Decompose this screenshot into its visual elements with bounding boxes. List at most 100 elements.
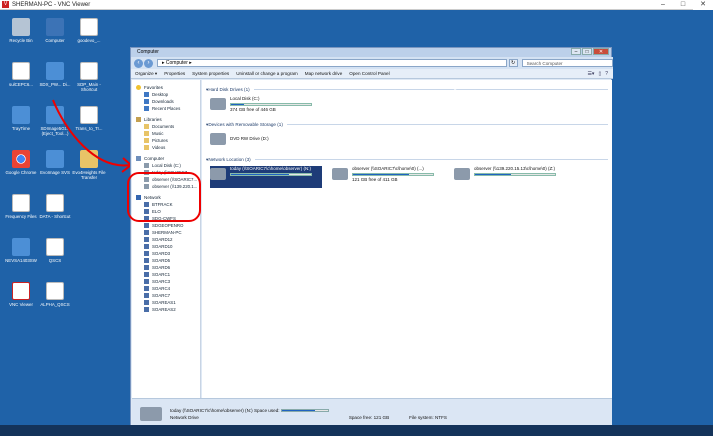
explorer-maximize-button[interactable]: □ [582, 48, 592, 55]
drive-tile-local-disk[interactable]: Local Disk (C:) 374 GB free of 446 GB [210, 96, 320, 118]
nav-item[interactable]: SOAREAS2 [132, 306, 200, 313]
network-drive-icon [332, 168, 348, 180]
desktop-icon[interactable]: SDX_PW... Di... [38, 62, 72, 87]
nav-item-label: SHERMAN-PC [152, 230, 182, 235]
forward-button[interactable]: › [144, 58, 153, 68]
nav-item[interactable]: SHERMAN-PC [132, 229, 200, 236]
preview-pane-icon[interactable]: ▯ [598, 71, 601, 77]
nav-item[interactable]: SOARC4 [132, 285, 200, 292]
desktop-icon[interactable]: goodevo_... [72, 18, 106, 43]
drive-tile-dvd[interactable]: DVD RW Drive (D:) [210, 131, 320, 153]
details-drive-name: today (\\SOARIC7\c\home\observer) (N:) S… [170, 408, 280, 413]
nav-item[interactable]: SOARC7 [132, 292, 200, 299]
taskbar [0, 425, 713, 436]
nav-item[interactable]: SDGEOPENRO [132, 222, 200, 229]
mouse-cursor-icon: ↖ [453, 87, 459, 94]
nav-item[interactable]: ELO [132, 208, 200, 215]
nav-item[interactable]: SOARD3 [132, 250, 200, 257]
nav-item[interactable]: Recent Places [132, 105, 200, 112]
section-network-location[interactable]: ▾ Network Location (3) [206, 156, 608, 163]
map-network-drive-button[interactable]: Map network drive [305, 71, 343, 76]
minimize-button[interactable]: – [653, 0, 673, 10]
desktop-icon[interactable]: Recycle Bin [4, 18, 38, 43]
nav-item-label: Desktop [152, 92, 169, 97]
organize-button[interactable]: Organize ▾ [135, 71, 157, 77]
nav-item[interactable]: Videos [132, 144, 200, 151]
nav-item[interactable]: SOARD5 [132, 257, 200, 264]
nav-item[interactable]: Downloads [132, 98, 200, 105]
open-control-panel-button[interactable]: Open Control Panel [349, 71, 389, 76]
nav-item[interactable]: SOARD6 [132, 264, 200, 271]
document-icon [80, 18, 98, 36]
uninstall-program-button[interactable]: Uninstall or change a program [236, 71, 298, 76]
desktop-icon[interactable]: sulCEPC6... [4, 62, 38, 87]
network-drive-tile[interactable]: observer (\\SOARIC7\c\home\0) (...) 121 G… [332, 166, 444, 188]
network-computer-icon [144, 258, 149, 263]
nav-item[interactable]: SOARD10 [132, 243, 200, 250]
nav-item[interactable]: Music [132, 130, 200, 137]
app-icon [46, 62, 64, 80]
network-drive-tile[interactable]: observer (\\139.220.15.13\c\home\0) (Z:) [454, 166, 566, 188]
nav-item[interactable]: observer (\\SOARIC7... [132, 176, 200, 183]
desktop-icon[interactable]: TrayTime [4, 106, 38, 131]
search-input[interactable]: Search Computer [521, 59, 613, 67]
desktop-icon[interactable]: VNC Viewer [4, 282, 38, 307]
nav-item[interactable]: SDG-CWFS [132, 215, 200, 222]
nav-item[interactable]: Local Disk (C:) [132, 162, 200, 169]
nav-computer[interactable]: Computer [132, 155, 200, 162]
desktop-icon[interactable]: SDP_Main - Shortcut [72, 62, 106, 92]
properties-button[interactable]: Properties [164, 71, 185, 76]
nav-item[interactable]: SOARC1 [132, 271, 200, 278]
nav-item[interactable]: Documents [132, 123, 200, 130]
document-icon [46, 238, 64, 256]
desktop-icon[interactable]: Google Chrome [4, 150, 38, 175]
nav-network[interactable]: Network [132, 194, 200, 201]
address-field[interactable]: ▸ Computer ▸ [157, 59, 507, 67]
section-netloc-label: Network Location (3) [208, 157, 251, 162]
back-button[interactable]: ‹ [134, 58, 143, 68]
network-computer-icon [144, 265, 149, 270]
network-drive-tile[interactable]: today (\\SOARIC7\c\home\observer) (N:) [210, 166, 322, 188]
network-drive-icon [210, 168, 226, 180]
nav-item-label: SOARC4 [152, 286, 171, 291]
nav-libraries[interactable]: Libraries [132, 116, 200, 123]
desktop-icon-label: Recycle Bin [9, 38, 33, 43]
nav-item[interactable]: SOARD12 [132, 236, 200, 243]
refresh-icon[interactable]: ↻ [508, 59, 518, 67]
explorer-minimize-button[interactable]: – [571, 48, 581, 55]
desktop-icon[interactable]: DATA - Shortcut [38, 194, 72, 219]
nav-item[interactable]: observer (\\139.220.1... [132, 183, 200, 190]
details-usage-bar [280, 409, 329, 413]
help-icon[interactable]: ? [605, 71, 608, 77]
maximize-button[interactable]: □ [673, 0, 693, 10]
nav-item-label: SDGEOPENRO [152, 223, 184, 228]
nav-item[interactable]: SOARC3 [132, 278, 200, 285]
desktop-icon-label: VNC Viewer [9, 302, 33, 307]
nav-item[interactable]: BTFRACK [132, 201, 200, 208]
desktop-icon[interactable]: NEVSA1403SW [4, 238, 38, 263]
nav-item[interactable]: Pictures [132, 137, 200, 144]
close-button[interactable]: ✕ [693, 0, 713, 10]
nav-favorites[interactable]: Favorites [132, 84, 200, 91]
nav-item[interactable]: Desktop [132, 91, 200, 98]
nav-item-label: SOARC1 [152, 272, 171, 277]
explorer-window: Computer – □ ✕ ‹ › ▸ Computer ▸ ↻ Search… [130, 47, 613, 429]
view-options-icon[interactable]: ☰▾ [587, 71, 594, 77]
command-bar: Organize ▾ Properties System properties … [131, 69, 613, 79]
desktop-icon[interactable]: ALPHA_QSCS [38, 282, 72, 307]
desktop-icon[interactable]: Computer [38, 18, 72, 43]
system-properties-button[interactable]: System properties [192, 71, 229, 76]
explorer-close-button[interactable]: ✕ [593, 48, 609, 55]
network-computer-icon [144, 244, 149, 249]
nav-item[interactable]: today (\\SOARIC7... [132, 169, 200, 176]
drive-name: observer (\\SOARIC7\c\home\0) (...) [352, 166, 424, 171]
drive-name: today (\\SOARIC7\c\home\observer) (N:) [230, 166, 312, 171]
section-hard-disk-drives[interactable]: ▾ Hard Disk Drives (1) [206, 86, 608, 93]
desktop-icon[interactable]: QSCS [38, 238, 72, 263]
nav-item[interactable]: SOAREAS1 [132, 299, 200, 306]
desktop-icon[interactable]: Frequency Files [4, 194, 38, 219]
details-file-system: File system: NTFS [409, 415, 447, 420]
drive-icon [144, 163, 149, 168]
drive-icon [144, 184, 149, 189]
section-removable-storage[interactable]: ▾ Devices with Removable Storage (1) [206, 121, 608, 128]
